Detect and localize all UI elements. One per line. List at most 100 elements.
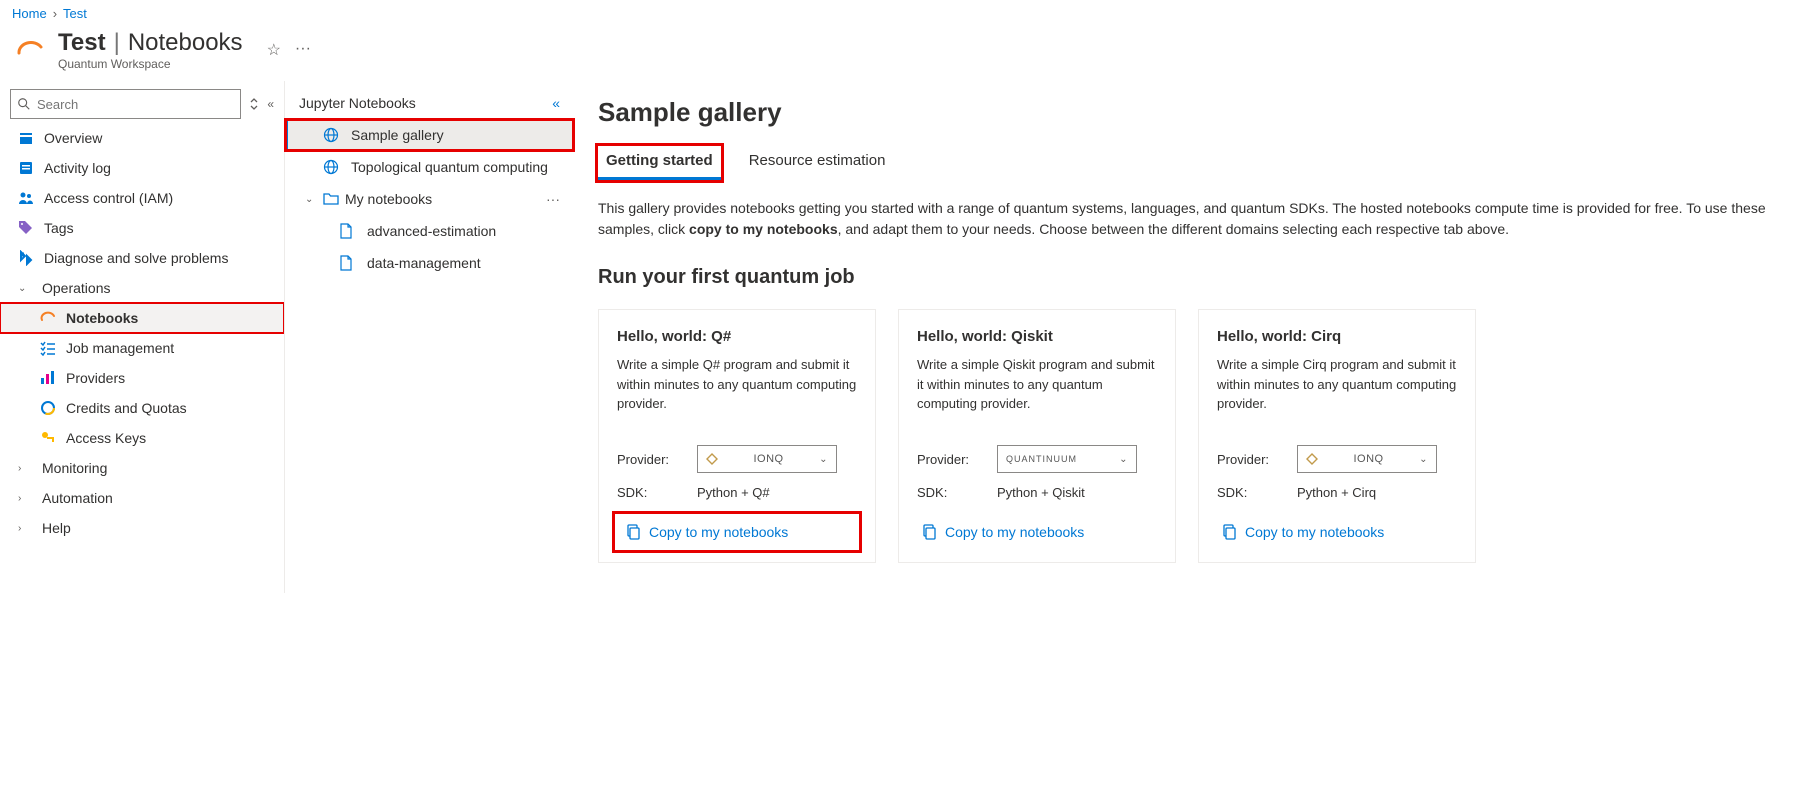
provider-name: QUANTINUUM xyxy=(1006,454,1077,464)
quantum-logo-icon xyxy=(12,32,48,68)
sidebar-item-notebooks[interactable]: Notebooks xyxy=(0,303,284,333)
breadcrumb-home[interactable]: Home xyxy=(12,6,47,21)
tree-item-label: advanced-estimation xyxy=(367,223,496,239)
file-icon xyxy=(339,223,357,239)
sidebar-item-label: Providers xyxy=(66,370,125,386)
sidebar-item-jobmgmt[interactable]: Job management xyxy=(0,333,284,363)
folder-icon xyxy=(323,192,339,206)
sidebar-item-label: Activity log xyxy=(44,160,111,176)
favorite-star-icon[interactable]: ☆ xyxy=(267,40,281,60)
key-icon xyxy=(40,430,56,446)
sidebar-item-label: Access Keys xyxy=(66,430,146,446)
sidebar-section-help[interactable]: › Help xyxy=(0,513,284,543)
chevron-right-icon: › xyxy=(18,523,32,534)
main-title: Sample gallery xyxy=(598,97,1772,128)
tree-item-my-notebooks[interactable]: ⌄ My notebooks ··· xyxy=(285,183,574,215)
sidebar-item-providers[interactable]: Providers xyxy=(0,363,284,393)
sdk-value: Python + Cirq xyxy=(1297,485,1376,500)
sidebar-section-automation[interactable]: › Automation xyxy=(0,483,284,513)
copy-label: Copy to my notebooks xyxy=(945,524,1084,540)
sdk-label: SDK: xyxy=(617,485,697,500)
page-subtitle: Quantum Workspace xyxy=(58,57,243,71)
sidebar-section-monitoring[interactable]: › Monitoring xyxy=(0,453,284,483)
sidebar-item-tags[interactable]: Tags xyxy=(0,213,284,243)
tree-item-label: Sample gallery xyxy=(351,127,444,143)
collapse-tree-icon[interactable]: « xyxy=(552,95,560,111)
search-input[interactable] xyxy=(37,97,234,112)
sidebar-item-overview[interactable]: Overview xyxy=(0,123,284,153)
tree-item-file2[interactable]: data-management xyxy=(285,247,574,279)
chevron-down-icon: ⌄ xyxy=(305,194,317,205)
sdk-value: Python + Qiskit xyxy=(997,485,1085,500)
tree-item-label: Topological quantum computing xyxy=(351,159,548,175)
tree-item-sample-gallery[interactable]: Sample gallery xyxy=(285,119,574,151)
copy-icon xyxy=(921,524,937,540)
gallery-description: This gallery provides notebooks getting … xyxy=(598,198,1772,240)
sidebar-item-label: Diagnose and solve problems xyxy=(44,250,228,266)
page-title-main: Test xyxy=(58,29,106,57)
sidebar-item-access[interactable]: Access control (IAM) xyxy=(0,183,284,213)
sidebar-item-keys[interactable]: Access Keys xyxy=(0,423,284,453)
tabs: Getting started Resource estimation xyxy=(598,146,1772,180)
copy-to-notebooks-button[interactable]: Copy to my notebooks xyxy=(917,516,1157,548)
more-actions-icon[interactable]: ··· xyxy=(295,40,311,60)
globe-icon xyxy=(323,127,341,143)
card-desc: Write a simple Q# program and submit it … xyxy=(617,355,857,415)
search-box[interactable] xyxy=(10,89,241,119)
provider-select[interactable]: IONQ ⌄ xyxy=(697,445,837,473)
sidebar-section-operations[interactable]: ⌄ Operations xyxy=(0,273,284,303)
sample-card: Hello, world: Qiskit Write a simple Qisk… xyxy=(898,309,1176,563)
card-desc: Write a simple Qiskit program and submit… xyxy=(917,355,1157,415)
sidebar-item-label: Notebooks xyxy=(66,310,138,326)
chevron-down-icon: ⌄ xyxy=(1419,454,1428,465)
overview-icon xyxy=(18,130,34,146)
chevron-down-icon: ⌄ xyxy=(819,454,828,465)
activity-log-icon xyxy=(18,160,34,176)
provider-name: IONQ xyxy=(1353,453,1383,465)
sidebar-item-label: Overview xyxy=(44,130,102,146)
copy-to-notebooks-button[interactable]: Copy to my notebooks xyxy=(617,516,857,548)
copy-to-notebooks-button[interactable]: Copy to my notebooks xyxy=(1217,516,1457,548)
tree-item-topological[interactable]: Topological quantum computing xyxy=(285,151,574,183)
chevron-down-icon: ⌄ xyxy=(1119,454,1128,465)
sidebar-item-label: Job management xyxy=(66,340,174,356)
provider-name: IONQ xyxy=(753,453,783,465)
sample-card: Hello, world: Cirq Write a simple Cirq p… xyxy=(1198,309,1476,563)
provider-label: Provider: xyxy=(617,452,697,467)
tab-resource-estimation[interactable]: Resource estimation xyxy=(747,146,888,180)
page-title-sub: Notebooks xyxy=(128,29,243,57)
chevron-right-icon: › xyxy=(18,493,32,504)
tab-getting-started[interactable]: Getting started xyxy=(598,146,721,180)
copy-label: Copy to my notebooks xyxy=(649,524,788,540)
checklist-icon xyxy=(40,340,56,356)
sidebar-item-activity[interactable]: Activity log xyxy=(0,153,284,183)
sidebar-item-label: Access control (IAM) xyxy=(44,190,173,206)
sidebar-item-credits[interactable]: Credits and Quotas xyxy=(0,393,284,423)
tree-panel-title: Jupyter Notebooks xyxy=(299,95,416,111)
globe-icon xyxy=(323,159,341,175)
collapse-sidebar-icon[interactable]: « xyxy=(267,97,274,111)
provider-label: Provider: xyxy=(917,452,997,467)
sidebar-section-label: Automation xyxy=(42,490,113,506)
provider-select[interactable]: QUANTINUUM ⌄ xyxy=(997,445,1137,473)
main-content: Sample gallery Getting started Resource … xyxy=(574,81,1796,593)
sidebar-section-label: Operations xyxy=(42,280,110,296)
section-title: Run your first quantum job xyxy=(598,266,1772,289)
chevron-right-icon: › xyxy=(18,463,32,474)
sidebar-section-label: Help xyxy=(42,520,71,536)
breadcrumb: Home › Test xyxy=(0,0,1796,27)
tag-icon xyxy=(18,220,34,236)
page-header: Test | Notebooks Quantum Workspace ☆ ··· xyxy=(0,27,1796,81)
more-icon[interactable]: ··· xyxy=(546,191,560,207)
sort-toggle-icon[interactable] xyxy=(249,97,259,111)
sample-card: Hello, world: Q# Write a simple Q# progr… xyxy=(598,309,876,563)
tree-item-file1[interactable]: advanced-estimation xyxy=(285,215,574,247)
provider-select[interactable]: IONQ ⌄ xyxy=(1297,445,1437,473)
sidebar-section-label: Monitoring xyxy=(42,460,107,476)
chevron-down-icon: ⌄ xyxy=(18,283,32,294)
copy-icon xyxy=(1221,524,1237,540)
provider-logo-icon xyxy=(1306,453,1318,465)
card-desc: Write a simple Cirq program and submit i… xyxy=(1217,355,1457,415)
breadcrumb-current[interactable]: Test xyxy=(63,6,87,21)
sidebar-item-diagnose[interactable]: Diagnose and solve problems xyxy=(0,243,284,273)
